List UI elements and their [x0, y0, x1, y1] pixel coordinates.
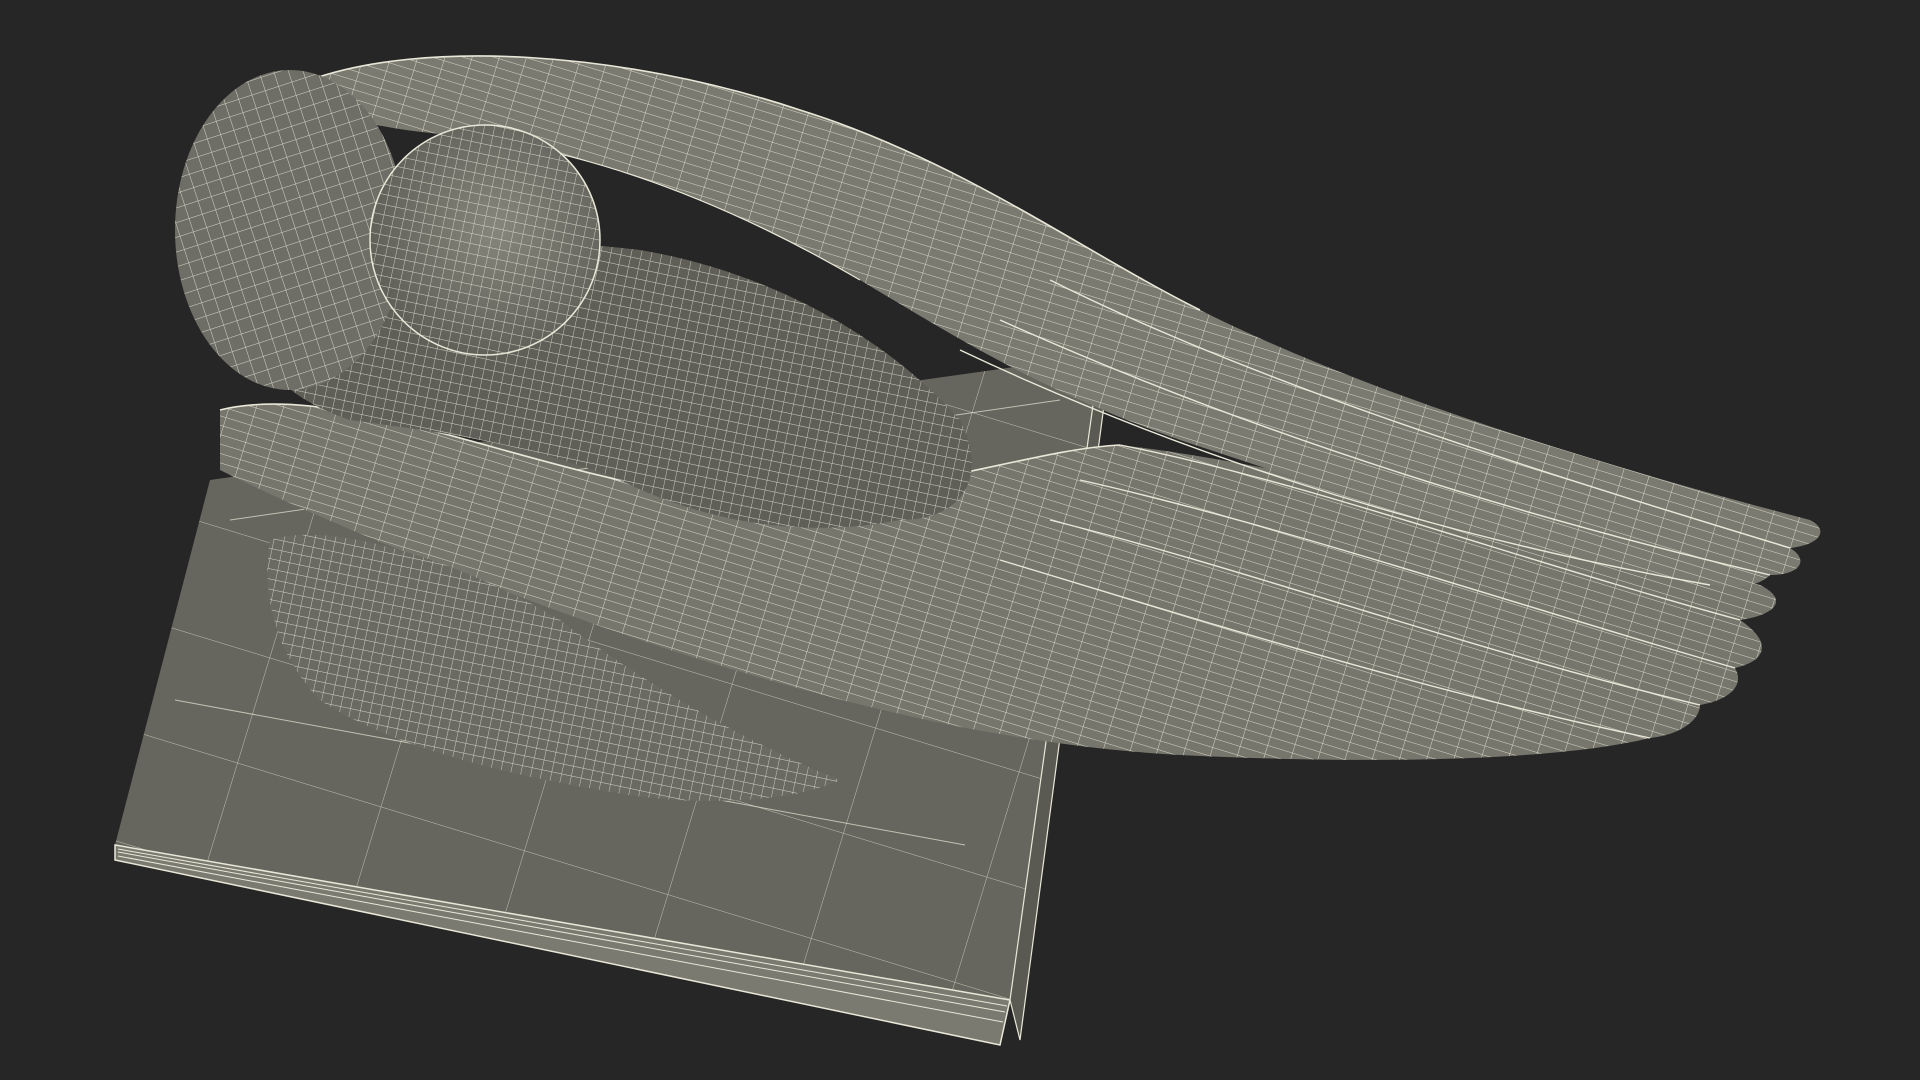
wireframe-model-canvas — [114, 55, 1821, 1046]
render-viewport — [0, 0, 1920, 1080]
